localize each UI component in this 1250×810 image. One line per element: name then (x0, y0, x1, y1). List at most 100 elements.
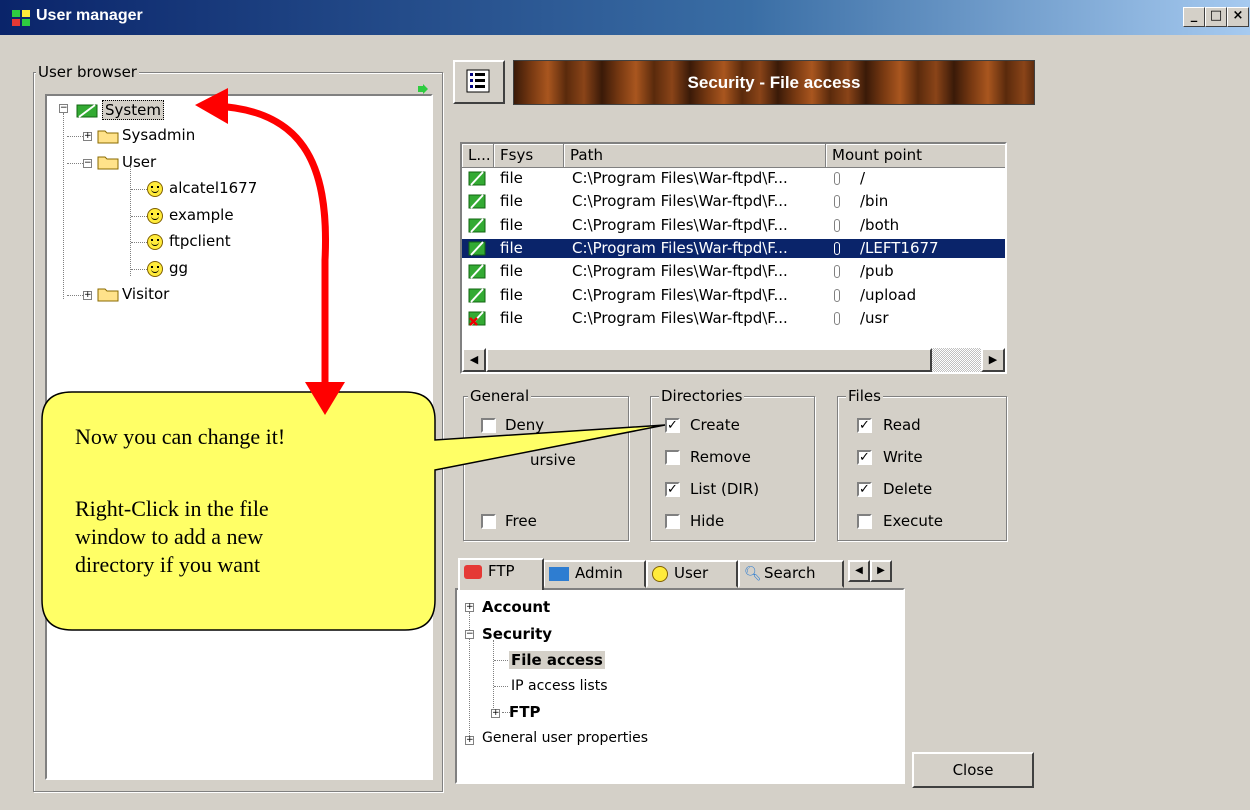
paperclip-icon (834, 311, 840, 325)
table-row[interactable]: file C:\Program Files\War-ftpd\F... /LEFT1… (462, 238, 1005, 258)
horizontal-scrollbar[interactable]: ◀ ▶ (462, 348, 1005, 372)
tab-admin[interactable]: Admin (543, 560, 646, 588)
access-allowed-icon (468, 217, 486, 233)
collapse-system-toggle[interactable]: − (59, 104, 68, 113)
read-checkbox[interactable]: ✓ (857, 418, 872, 433)
expand-general-props-toggle[interactable]: + (465, 736, 474, 745)
directories-label: Directories (659, 387, 745, 405)
tab-label: FTP (488, 562, 515, 580)
paperclip-icon (834, 172, 840, 185)
fsys-cell: file (500, 215, 523, 234)
path-cell: C:\Program Files\War-ftpd\F... (572, 262, 788, 281)
table-row[interactable]: file C:\Program Files\War-ftpd\F... /usr (462, 309, 1005, 328)
write-checkbox[interactable]: ✓ (857, 450, 872, 465)
tree-node-file-access[interactable]: File access (509, 651, 605, 669)
column-header[interactable]: Path (564, 144, 826, 168)
tree-node-security[interactable]: Security (482, 625, 552, 643)
green-arrow-icon (418, 80, 428, 94)
tab-search[interactable]: 🔍︎ Search (738, 560, 844, 588)
remove-checkbox[interactable] (665, 450, 680, 465)
title-bar: User manager _ □ × (0, 0, 1250, 35)
user-smiley-icon (147, 234, 163, 250)
mount-point-cell: /upload (860, 285, 917, 304)
fsys-cell: file (500, 238, 523, 257)
callout-line-4: directory if you want (75, 552, 261, 577)
expand-visitor-toggle[interactable]: + (83, 291, 92, 300)
expand-ftp-toggle[interactable]: + (491, 709, 500, 718)
read-label: Read (883, 416, 921, 434)
tree-node-ftp[interactable]: FTP (509, 703, 540, 721)
table-row[interactable]: file C:\Program Files\War-ftpd\F... /pub (462, 262, 1005, 281)
maximize-button[interactable]: □ (1205, 7, 1227, 27)
tree-node-user-account[interactable]: example (169, 206, 234, 224)
tab-ftp[interactable]: FTP (458, 558, 544, 590)
minimize-button[interactable]: _ (1183, 7, 1205, 27)
free-checkbox[interactable] (481, 514, 496, 529)
section-header: Security - File access (513, 60, 1035, 105)
system-group-icon (76, 104, 98, 118)
tree-node-general-user-properties[interactable]: General user properties (482, 730, 648, 746)
fsys-cell: file (500, 169, 523, 187)
tree-node-ip-access-lists[interactable]: IP access lists (511, 678, 608, 694)
delete-checkbox[interactable]: ✓ (857, 482, 872, 497)
access-allowed-icon (468, 264, 486, 279)
list-dir-checkbox[interactable]: ✓ (665, 482, 680, 497)
hide-checkbox[interactable] (665, 514, 680, 529)
table-row[interactable]: file C:\Program Files\War-ftpd\F... /both (462, 216, 1005, 235)
collapse-security-toggle[interactable]: − (465, 630, 474, 639)
paperclip-icon (834, 288, 840, 302)
deny-checkbox[interactable] (481, 418, 496, 433)
table-row[interactable]: file C:\Program Files\War-ftpd\F... /uploa… (462, 286, 1005, 305)
tab-scroll-right-button[interactable]: ▶ (870, 560, 892, 582)
user-icon (652, 565, 668, 582)
expand-sysadmin-toggle[interactable]: + (83, 132, 92, 141)
tab-scroll-left-button[interactable]: ◀ (848, 560, 870, 582)
tree-node-system[interactable]: System (102, 100, 164, 120)
column-header[interactable]: Mount point (826, 144, 1005, 168)
folder-icon (97, 130, 119, 144)
column-header[interactable]: Fsys (494, 144, 564, 168)
mount-point-cell: /bin (860, 192, 889, 211)
close-window-button[interactable]: × (1227, 7, 1249, 27)
table-row[interactable]: file C:\Program Files\War-ftpd\F... /bin (462, 192, 1005, 211)
collapse-user-toggle[interactable]: − (83, 159, 92, 168)
recursive-label: ursive (530, 451, 576, 469)
folder-icon (97, 288, 119, 302)
tree-node-sysadmin[interactable]: Sysadmin (122, 126, 195, 144)
column-header[interactable]: L... (462, 144, 494, 168)
scroll-right-button[interactable]: ▶ (981, 348, 1005, 372)
tree-node-user-account[interactable]: ftpclient (169, 232, 231, 250)
fsys-cell: file (500, 262, 523, 281)
general-label: General (468, 387, 532, 405)
write-label: Write (883, 448, 923, 466)
execute-checkbox[interactable] (857, 514, 872, 529)
deny-label: Deny (505, 416, 545, 434)
table-row[interactable]: file C:\Program Files\War-ftpd\F... / (462, 169, 1005, 188)
tab-label: Search (764, 564, 816, 582)
list-dir-label: List (DIR) (690, 480, 760, 498)
tree-node-visitor[interactable]: Visitor (122, 285, 169, 303)
callout-line-3: window to add a new (75, 524, 264, 549)
view-list-button[interactable] (453, 60, 505, 104)
scroll-left-button[interactable]: ◀ (462, 348, 486, 372)
close-button[interactable]: Close (912, 752, 1034, 788)
app-icon (12, 10, 30, 26)
tab-user[interactable]: User (646, 560, 738, 588)
files-label: Files (846, 387, 883, 405)
file-access-list[interactable]: L... Fsys Path Mount point file C:\Progra… (460, 142, 1007, 374)
scroll-thumb[interactable] (486, 348, 932, 372)
create-checkbox[interactable]: ✓ (665, 418, 680, 433)
path-cell: C:\Program Files\War-ftpd\F... (572, 192, 788, 211)
delete-label: Delete (883, 480, 933, 498)
mount-point-cell: /LEFT1677 (860, 238, 939, 257)
tree-node-user-account[interactable]: gg (169, 259, 188, 277)
paperclip-icon (834, 195, 840, 209)
fsys-cell: file (500, 285, 523, 304)
tree-node-user[interactable]: User (122, 153, 156, 171)
tree-node-account[interactable]: Account (482, 598, 550, 616)
hide-label: Hide (690, 512, 725, 530)
settings-tree[interactable]: + Account − Security File access IP acce… (455, 588, 905, 784)
tree-node-user-account[interactable]: alcatel1677 (169, 179, 257, 197)
user-smiley-icon (147, 208, 163, 224)
expand-account-toggle[interactable]: + (465, 603, 474, 612)
